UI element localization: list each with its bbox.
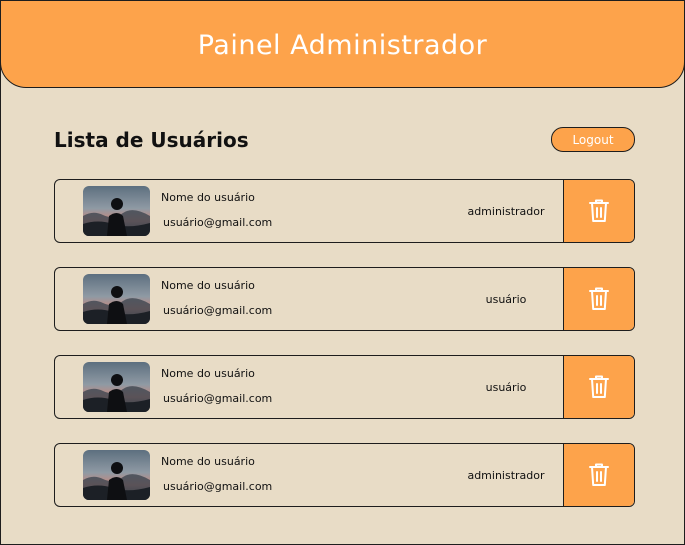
delete-button[interactable] — [563, 180, 634, 242]
avatar-photo — [83, 362, 150, 412]
delete-button[interactable] — [563, 444, 634, 506]
user-name: Nome do usuário — [161, 191, 255, 204]
user-role: administrador — [467, 205, 545, 218]
delete-button[interactable] — [563, 356, 634, 418]
user-role: administrador — [467, 469, 545, 482]
user-name: Nome do usuário — [161, 279, 255, 292]
trash-icon — [589, 287, 609, 310]
delete-button[interactable] — [563, 268, 634, 330]
user-name: Nome do usuário — [161, 367, 255, 380]
avatar — [83, 362, 150, 412]
user-role: usuário — [485, 381, 527, 394]
avatar — [83, 274, 150, 324]
user-role: usuário — [485, 293, 527, 306]
user-name: Nome do usuário — [161, 455, 255, 468]
logout-button[interactable]: Logout — [551, 127, 635, 152]
avatar-photo — [83, 186, 150, 236]
user-email: usuário@gmail.com — [163, 304, 273, 317]
trash-icon — [589, 199, 609, 222]
user-row: Nome do usuário usuário@gmail.com usuári… — [54, 267, 635, 331]
user-row: Nome do usuário usuário@gmail.com admini… — [54, 443, 635, 507]
avatar — [83, 186, 150, 236]
avatar — [83, 450, 150, 500]
trash-icon — [589, 375, 609, 398]
header: Painel Administrador — [0, 0, 685, 88]
user-row: Nome do usuário usuário@gmail.com usuári… — [54, 355, 635, 419]
user-email: usuário@gmail.com — [163, 392, 273, 405]
user-row: Nome do usuário usuário@gmail.com admini… — [54, 179, 635, 243]
user-email: usuário@gmail.com — [163, 480, 273, 493]
user-email: usuário@gmail.com — [163, 216, 273, 229]
avatar-photo — [83, 450, 150, 500]
avatar-photo — [83, 274, 150, 324]
app-frame: Painel Administrador Lista de Usuários L… — [0, 0, 685, 545]
page-title: Painel Administrador — [197, 29, 488, 61]
trash-icon — [589, 463, 609, 486]
list-title: Lista de Usuários — [54, 128, 249, 152]
